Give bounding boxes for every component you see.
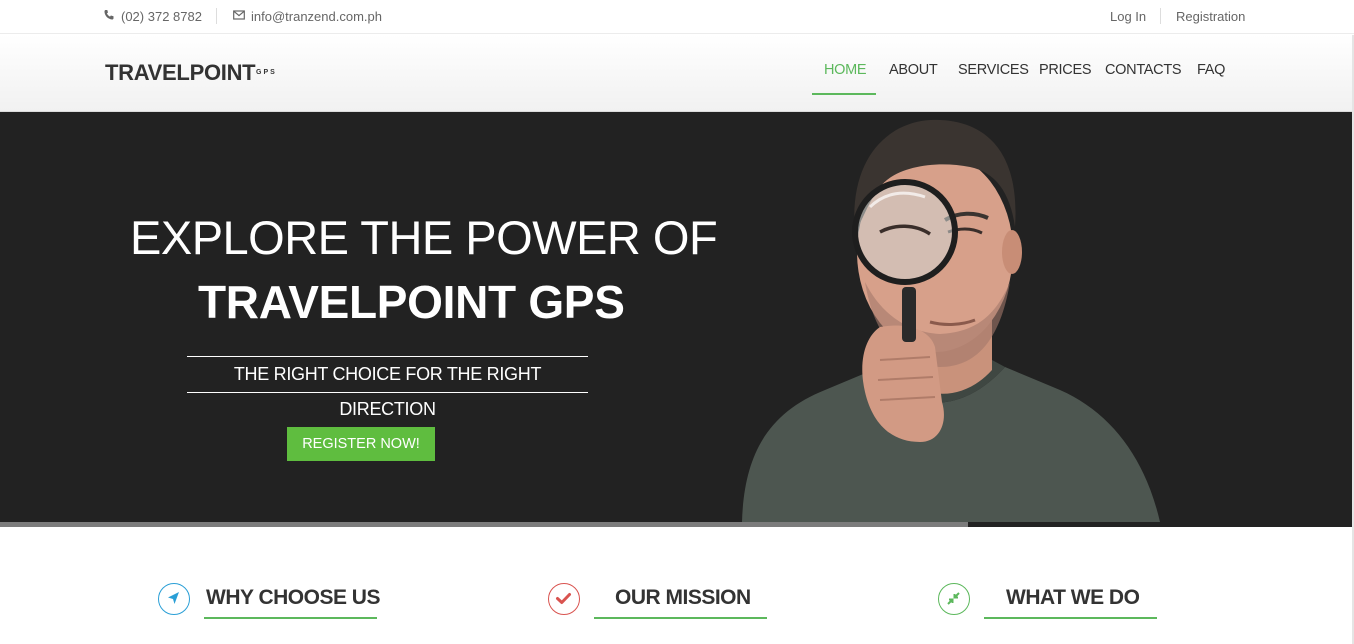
topbar-divider (216, 8, 217, 24)
feature-title-underline (984, 617, 1157, 619)
phone-icon (103, 9, 115, 24)
nav-home[interactable]: HOME (824, 62, 867, 78)
registration-link[interactable]: Registration (1176, 9, 1245, 24)
feature-why-choose-us[interactable]: WHY CHOOSE US (158, 580, 388, 624)
feature-title-underline (594, 617, 767, 619)
site-logo-sub: GPS (256, 69, 277, 76)
slider-progress-bar (0, 522, 968, 527)
feature-title: OUR MISSION (615, 586, 751, 609)
feature-title: WHAT WE DO (1006, 586, 1140, 609)
hero-headline-line1: EXPLORE THE POWER OF (130, 211, 718, 264)
feature-title-underline (204, 617, 377, 619)
active-nav-indicator (812, 93, 876, 95)
email-contact[interactable]: info@tranzend.com.ph (233, 9, 382, 24)
phone-number: (02) 372 8782 (121, 9, 202, 24)
site-logo[interactable]: TRAVELPOINT (105, 60, 256, 86)
nav-contacts[interactable]: CONTACTS (1105, 62, 1182, 78)
register-now-button[interactable]: REGISTER NOW! (287, 427, 435, 461)
feature-our-mission[interactable]: OUR MISSION (548, 580, 778, 624)
navigation-arrow-icon (158, 583, 190, 615)
email-address[interactable]: info@tranzend.com.ph (251, 9, 382, 24)
nav-services[interactable]: SERVICES (958, 62, 1029, 78)
main-header: TRAVELPOINT GPS HOME ABOUT SERVICES PRIC… (0, 35, 1354, 112)
envelope-icon (233, 9, 245, 24)
compress-arrows-icon (938, 583, 970, 615)
auth-divider (1160, 8, 1161, 24)
hero-person-image (742, 119, 1160, 522)
login-link[interactable]: Log In (1110, 9, 1146, 24)
feature-title: WHY CHOOSE US (206, 586, 380, 609)
top-contact-bar: (02) 372 8782 info@tranzend.com.ph Log I… (0, 0, 1354, 34)
checkmark-icon (548, 583, 580, 615)
nav-prices[interactable]: PRICES (1039, 62, 1091, 78)
hero-tagline: THE RIGHT CHOICE FOR THE RIGHT DIRECTION (187, 356, 588, 419)
phone-contact: (02) 372 8782 (103, 9, 202, 24)
nav-about[interactable]: ABOUT (889, 62, 938, 78)
feature-what-we-do[interactable]: WHAT WE DO (938, 580, 1168, 624)
hero-banner: EXPLORE THE POWER OF TRAVELPOINT GPS THE… (0, 112, 1352, 527)
nav-faq[interactable]: FAQ (1197, 62, 1225, 78)
hero-headline-line2: TRAVELPOINT GPS (198, 276, 625, 328)
